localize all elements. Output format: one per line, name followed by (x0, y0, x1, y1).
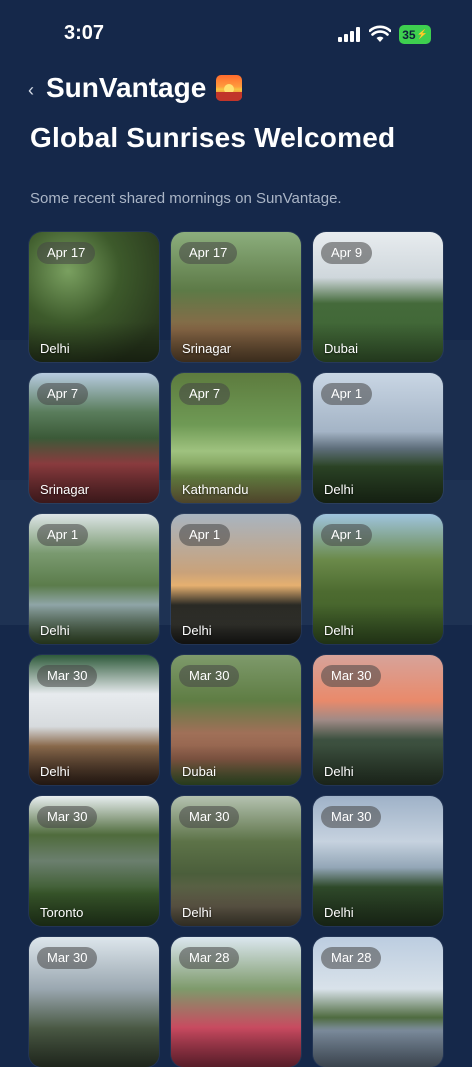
photo-date-badge: Apr 17 (37, 242, 96, 264)
photo-location-label: Delhi (40, 341, 70, 356)
photo-tile[interactable]: Mar 30 Delhi (29, 655, 159, 785)
photo-date-badge: Apr 17 (179, 242, 238, 264)
charging-bolt-icon: ⚡ (416, 29, 428, 39)
cellular-signal-icon (338, 26, 362, 42)
photo-location-label: Toronto (40, 905, 84, 920)
photo-date-badge: Mar 30 (321, 665, 382, 687)
battery-icon: 35 ⚡ (399, 25, 431, 44)
photo-tile[interactable]: Apr 7 Kathmandu (171, 373, 301, 503)
photo-date-badge: Apr 7 (37, 383, 89, 405)
photo-date-badge: Apr 1 (179, 524, 231, 546)
photo-location-label: Dubai (324, 341, 358, 356)
photo-location-label: Delhi (324, 905, 354, 920)
photo-tile[interactable]: Apr 9 Dubai (313, 232, 443, 362)
photo-tile[interactable]: Mar 30 Toronto (29, 796, 159, 926)
photo-location-label: Delhi (324, 623, 354, 638)
photo-tile[interactable]: Apr 1 Delhi (313, 514, 443, 644)
app-name-heading: SunVantage (46, 72, 243, 104)
photo-location-label: Kathmandu (182, 482, 249, 497)
photo-location-label: Delhi (40, 623, 70, 638)
photo-tile[interactable]: Apr 7 Srinagar (29, 373, 159, 503)
photo-location-label: Delhi (182, 623, 212, 638)
photo-date-badge: Mar 30 (179, 806, 240, 828)
photo-date-badge: Apr 1 (37, 524, 89, 546)
photo-tile[interactable]: Mar 30 Delhi (313, 796, 443, 926)
photo-location-label: Srinagar (40, 482, 90, 497)
photo-tile[interactable]: Apr 1 Delhi (313, 373, 443, 503)
photo-shade (171, 1027, 301, 1067)
page-title: Global Sunrises Welcomed (30, 122, 396, 153)
photo-date-badge: Mar 30 (37, 665, 98, 687)
photo-tile[interactable]: Apr 17 Srinagar (171, 232, 301, 362)
photo-location-label: Delhi (324, 764, 354, 779)
photo-location-label: Delhi (324, 482, 354, 497)
photo-location-label: Delhi (182, 905, 212, 920)
photo-date-badge: Apr 9 (321, 242, 373, 264)
photo-tile[interactable]: Mar 30 (29, 937, 159, 1067)
photo-tile[interactable]: Mar 30 Dubai (171, 655, 301, 785)
photo-shade (29, 1027, 159, 1067)
photo-tile[interactable]: Mar 28 (171, 937, 301, 1067)
photo-date-badge: Mar 30 (37, 947, 98, 969)
photo-date-badge: Mar 28 (179, 947, 240, 969)
photo-location-label: Delhi (40, 764, 70, 779)
photo-date-badge: Apr 1 (321, 524, 373, 546)
back-icon[interactable]: ‹ (28, 80, 34, 101)
photo-location-label: Srinagar (182, 341, 232, 356)
photo-tile[interactable]: Mar 30 Delhi (313, 655, 443, 785)
sunrise-emoji-icon (216, 75, 243, 101)
photo-tile[interactable]: Apr 17 Delhi (29, 232, 159, 362)
photo-date-badge: Mar 30 (179, 665, 240, 687)
photo-date-badge: Mar 30 (37, 806, 98, 828)
status-bar: 3:07 35 ⚡ (0, 0, 472, 70)
photo-date-badge: Apr 1 (321, 383, 373, 405)
photo-tile[interactable]: Apr 1 Delhi (171, 514, 301, 644)
photo-location-label: Dubai (182, 764, 216, 779)
wifi-icon (369, 25, 391, 42)
status-time: 3:07 (64, 22, 105, 44)
photo-date-badge: Apr 7 (179, 383, 231, 405)
photo-date-badge: Mar 30 (321, 806, 382, 828)
photo-shade (313, 1027, 443, 1067)
app-name: SunVantage (46, 72, 207, 103)
photo-tile[interactable]: Apr 1 Delhi (29, 514, 159, 644)
page-subtitle: Some recent shared mornings on SunVantag… (30, 190, 342, 207)
battery-level: 35 (402, 27, 416, 42)
photo-date-badge: Mar 28 (321, 947, 382, 969)
photo-tile[interactable]: Mar 28 (313, 937, 443, 1067)
photo-tile[interactable]: Mar 30 Delhi (171, 796, 301, 926)
